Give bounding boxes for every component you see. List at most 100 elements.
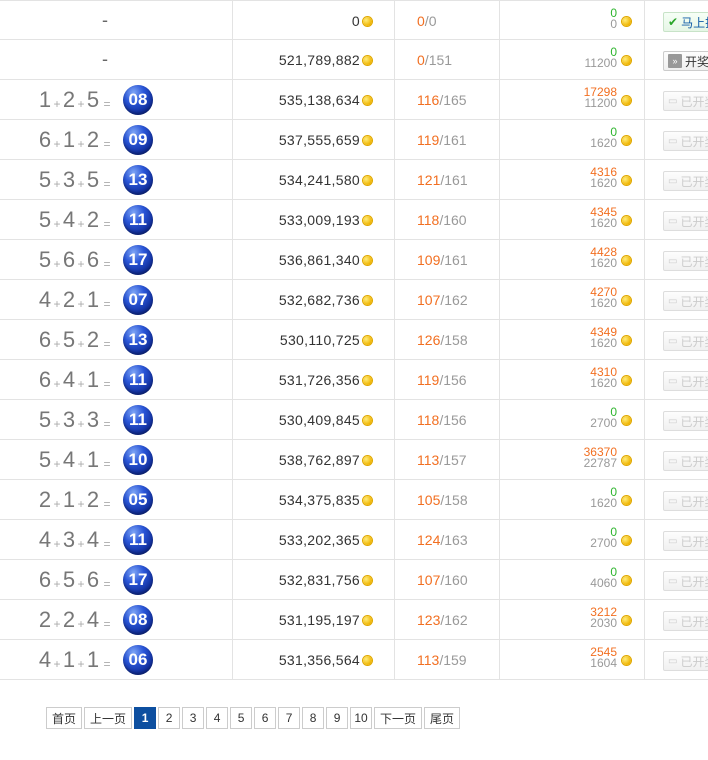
drawn-button[interactable]: ▭已开奖	[663, 371, 708, 391]
winners-count: 0	[417, 52, 425, 68]
equals-sign: =	[103, 377, 111, 391]
page-button[interactable]: 4	[206, 707, 229, 729]
flag-icon: ▭	[668, 175, 678, 187]
equals-sign: =	[103, 617, 111, 631]
page-button[interactable]: 2	[158, 707, 181, 729]
winners-ratio-cell: 119/161	[395, 120, 500, 159]
button-label: 已开奖	[680, 94, 708, 109]
winners-ratio-cell: 0/151	[395, 40, 500, 79]
page-button[interactable]: 7	[278, 707, 301, 729]
gold-coin-icon	[363, 456, 372, 465]
page-button[interactable]: 8	[302, 707, 325, 729]
drawn-button[interactable]: ▭已开奖	[663, 91, 708, 111]
page-button[interactable]: 10	[350, 707, 373, 729]
result-ball: 11	[123, 525, 153, 555]
die-number: 6	[38, 327, 52, 352]
plus-sign: +	[77, 577, 85, 591]
drawn-button[interactable]: ▭已开奖	[663, 251, 708, 271]
prev-page-button[interactable]: 上一页	[84, 707, 133, 729]
equals-sign: =	[103, 97, 111, 111]
table-row: 5+6+6=17536,861,340109/16144281620▭已开奖	[0, 240, 708, 280]
drawn-button[interactable]: ▭已开奖	[663, 171, 708, 191]
page-button[interactable]: 3	[182, 707, 205, 729]
button-label: 已开奖	[680, 294, 708, 309]
die-number: 3	[86, 407, 100, 432]
drawn-button[interactable]: ▭已开奖	[663, 611, 708, 631]
winners-ratio: 118/160	[417, 212, 467, 228]
my-result-cell: 0 4060	[500, 560, 645, 599]
my-result-cell: 4316 1620	[500, 160, 645, 199]
equals-sign: =	[103, 497, 111, 511]
gold-coin-icon	[363, 296, 372, 305]
table-row: 6+5+6=17532,831,756107/16004060▭已开奖	[0, 560, 708, 600]
my-result: 4310 1620	[590, 366, 617, 389]
drawn-button[interactable]: ▭已开奖	[663, 491, 708, 511]
winners-ratio-cell: 113/157	[395, 440, 500, 479]
pool-amount-cell: 532,682,736	[233, 280, 395, 319]
plus-sign: +	[53, 217, 61, 231]
check-icon: ✔	[668, 15, 679, 29]
drawn-button[interactable]: ▭已开奖	[663, 531, 708, 551]
button-label: 已开奖	[680, 574, 708, 589]
page-button[interactable]: 5	[230, 707, 253, 729]
formula-cell: 5 +3 +5 = 13	[0, 160, 233, 199]
winners-ratio-cell: 119/156	[395, 360, 500, 399]
gold-coin-icon	[363, 376, 372, 385]
first-page-button[interactable]: 首页	[46, 707, 83, 729]
participants-count: 161	[444, 172, 468, 188]
winners-ratio-cell: 116/165	[395, 80, 500, 119]
draw-button[interactable]: » 开奖	[663, 51, 708, 71]
last-page-button[interactable]: 尾页	[424, 707, 461, 729]
drawn-button[interactable]: ▭已开奖	[663, 331, 708, 351]
my-result: 0 2700	[590, 526, 617, 549]
formula-cell: 5 +4 +1 = 10	[0, 440, 233, 479]
table-row: 2+1+2=05534,375,835105/15801620▭已开奖	[0, 480, 708, 520]
table-row: 6+4+1=11531,726,356119/15643101620▭已开奖	[0, 360, 708, 400]
drawn-button[interactable]: ▭已开奖	[663, 571, 708, 591]
winners-count: 126	[417, 332, 441, 348]
action-cell: ▭已开奖	[645, 280, 708, 319]
die-number: 4	[86, 607, 100, 632]
drawn-button[interactable]: ▭已开奖	[663, 211, 708, 231]
gold-coin-icon	[622, 56, 631, 65]
pool-amount-cell: 0	[233, 1, 395, 39]
die-number: 3	[62, 407, 76, 432]
action-cell: ▭已开奖	[645, 120, 708, 159]
result-ball: 17	[123, 565, 153, 595]
plus-sign: +	[77, 537, 85, 551]
drawn-button[interactable]: ▭已开奖	[663, 451, 708, 471]
die-number: 1	[86, 367, 100, 392]
page-number-list: 1 2 3 4 5 6 7 8 9 10	[134, 707, 374, 729]
my-result-cell: 2545 1604	[500, 640, 645, 679]
next-page-button[interactable]: 下一页	[374, 707, 423, 729]
gold-coin-icon	[363, 17, 372, 26]
button-label: 开奖	[685, 54, 708, 69]
page-button-current[interactable]: 1	[134, 707, 157, 729]
drawn-button[interactable]: ▭已开奖	[663, 131, 708, 151]
draw-formula: 4 +1 +1 = 06	[38, 645, 153, 675]
die-number: 5	[86, 167, 100, 192]
drawn-button[interactable]: ▭已开奖	[663, 651, 708, 671]
formula-cell: 6 +5 +2 = 13	[0, 320, 233, 359]
pool-amount-cell: 538,762,897	[233, 440, 395, 479]
die-number: 1	[62, 487, 76, 512]
drawn-button[interactable]: ▭已开奖	[663, 411, 708, 431]
drawn-button[interactable]: ▭已开奖	[663, 291, 708, 311]
die-number: 4	[62, 367, 76, 392]
pool-amount: 536,861,340	[278, 252, 360, 268]
page-button[interactable]: 9	[326, 707, 349, 729]
draw-formula: 6 +5 +6 = 17	[38, 565, 153, 595]
page-button[interactable]: 6	[254, 707, 277, 729]
die-number: 2	[86, 127, 100, 152]
bet-now-button[interactable]: ✔马上投注	[663, 12, 708, 32]
winners-ratio: 118/156	[417, 412, 467, 428]
die-number: 1	[62, 127, 76, 152]
my-bet-amount: 2030	[590, 616, 617, 630]
action-cell: ✔马上投注	[645, 1, 708, 39]
participants-count: 158	[444, 332, 468, 348]
pool-amount: 530,409,845	[278, 412, 360, 428]
equals-sign: =	[103, 657, 111, 671]
die-number: 6	[86, 247, 100, 272]
gold-coin-icon	[622, 616, 631, 625]
die-number: 4	[38, 287, 52, 312]
